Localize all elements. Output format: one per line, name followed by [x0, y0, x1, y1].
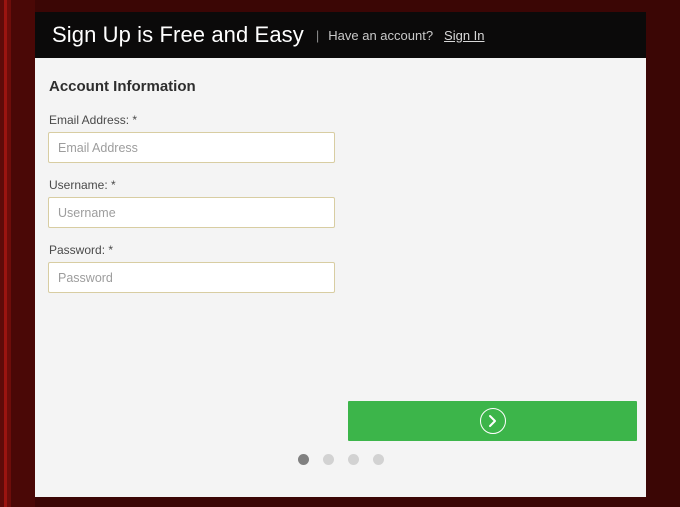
- step-dot-2[interactable]: [322, 454, 334, 465]
- password-input[interactable]: [48, 262, 335, 293]
- chevron-right-circle-icon: [479, 408, 506, 434]
- page-title: Sign Up is Free and Easy: [52, 22, 304, 47]
- username-label-text: Username:: [49, 178, 108, 192]
- step-indicator: [35, 454, 646, 465]
- email-address-label-text: Email Address:: [49, 113, 130, 127]
- background-stripe-outer: [0, 0, 4, 507]
- have-account-text: Have an account?: [328, 27, 434, 43]
- signup-card: Sign Up is Free and Easy | Have an accou…: [35, 12, 646, 497]
- email-address-required-marker: *: [132, 113, 138, 127]
- background-stripe-mid: [7, 0, 11, 507]
- username-input[interactable]: [48, 197, 335, 228]
- email-address-input[interactable]: [48, 132, 335, 163]
- field-email-address: Email Address: *: [48, 113, 348, 163]
- next-step-button[interactable]: [348, 401, 637, 441]
- step-dot-1[interactable]: [297, 454, 309, 465]
- section-title-account-information: Account Information: [49, 78, 196, 95]
- step-dot-4[interactable]: [372, 454, 384, 465]
- field-username: Username: *: [48, 178, 348, 228]
- background-stripe-inner: [11, 0, 35, 507]
- password-required-marker: *: [108, 243, 114, 257]
- field-password: Password: *: [48, 243, 348, 293]
- account-information-form: Email Address: * Username: * Password: *: [48, 113, 630, 308]
- username-required-marker: *: [111, 178, 116, 192]
- header-divider: |: [315, 27, 320, 43]
- email-address-label: Email Address: *: [48, 113, 348, 127]
- sign-in-link[interactable]: Sign In: [444, 28, 484, 43]
- card-body: Account Information Email Address: * Use…: [35, 58, 646, 497]
- background-stripe-highlight: [4, 0, 7, 507]
- password-label-text: Password:: [49, 243, 106, 257]
- username-label: Username: *: [48, 178, 348, 192]
- password-label: Password: *: [48, 243, 348, 257]
- card-header: Sign Up is Free and Easy | Have an accou…: [35, 12, 646, 58]
- step-dot-3[interactable]: [347, 454, 359, 465]
